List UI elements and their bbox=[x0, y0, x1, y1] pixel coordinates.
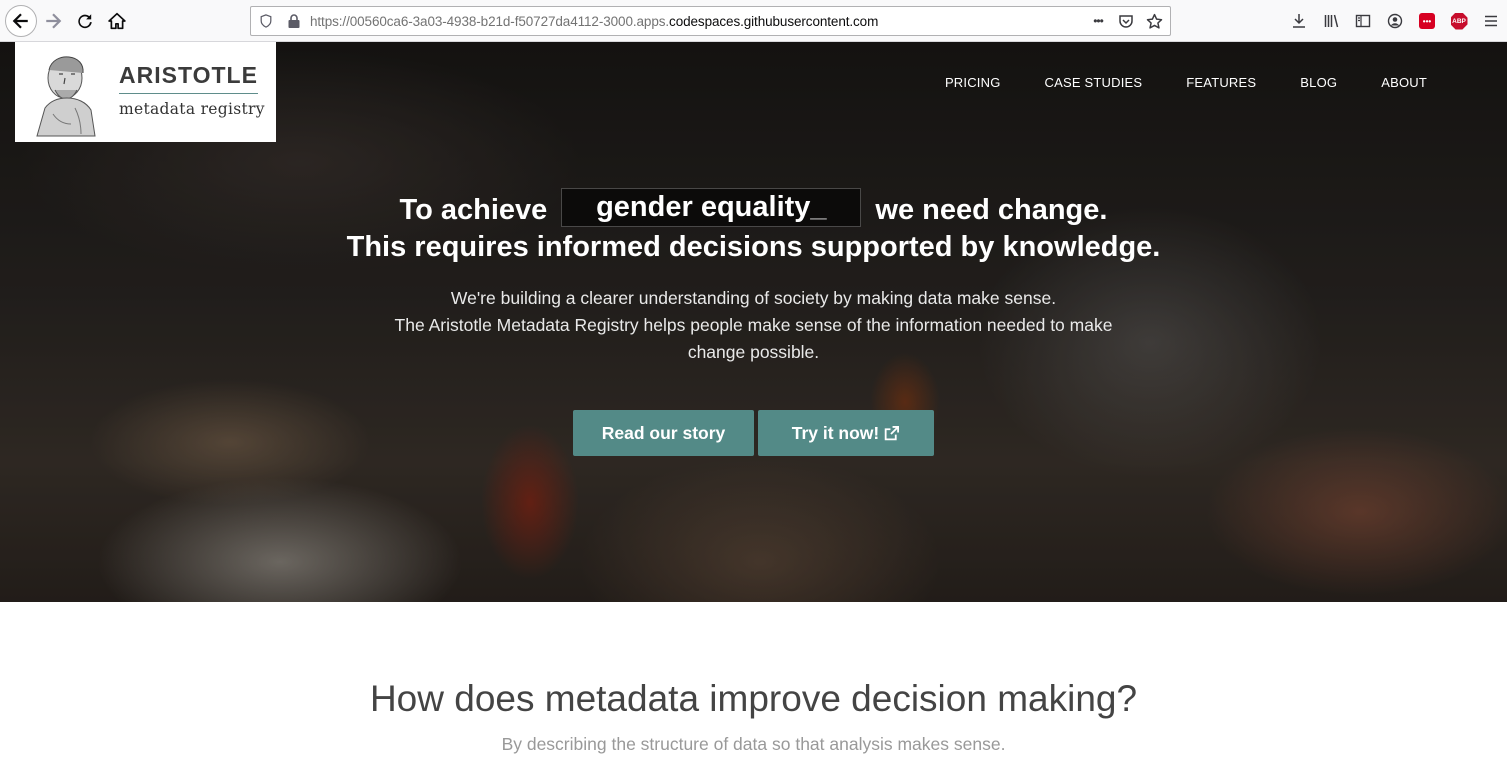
home-button[interactable] bbox=[102, 6, 132, 36]
downloads-icon[interactable] bbox=[1283, 8, 1315, 34]
read-story-label: Read our story bbox=[601, 422, 726, 443]
nav-blog[interactable]: BLOG bbox=[1300, 75, 1337, 90]
account-icon[interactable] bbox=[1379, 8, 1411, 34]
try-now-label: Try it now! bbox=[791, 422, 880, 443]
aristotle-bust-icon bbox=[36, 56, 96, 137]
arrow-right-icon bbox=[46, 13, 62, 29]
logo-title: ARISTOTLE bbox=[119, 62, 258, 88]
main-nav: PRICING CASE STUDIES FEATURES BLOG ABOUT bbox=[901, 75, 1427, 90]
library-icon[interactable] bbox=[1315, 8, 1347, 34]
extension-lastpass-icon[interactable]: ••• bbox=[1411, 8, 1443, 34]
shield-icon[interactable] bbox=[259, 14, 273, 28]
arrow-left-icon bbox=[12, 13, 28, 29]
typed-cursor: _ bbox=[810, 191, 827, 223]
nav-features[interactable]: FEATURES bbox=[1186, 75, 1256, 90]
hero-subtext-1: We're building a clearer understanding o… bbox=[450, 288, 1057, 308]
headline-prefix: To achieve bbox=[399, 194, 548, 227]
forward-button[interactable] bbox=[38, 6, 68, 36]
menu-icon[interactable] bbox=[1475, 8, 1507, 34]
lock-icon[interactable] bbox=[287, 13, 301, 29]
page-actions-icon[interactable]: ••• bbox=[1088, 11, 1108, 31]
site-logo[interactable]: ARISTOTLE metadata registry bbox=[15, 42, 276, 142]
typed-word-box: gender equality_ bbox=[561, 188, 862, 227]
try-now-button[interactable]: Try it now! bbox=[758, 410, 934, 456]
logo-subtitle: metadata registry bbox=[119, 100, 265, 118]
bookmark-star-icon[interactable] bbox=[1144, 11, 1164, 31]
reload-icon bbox=[78, 14, 92, 29]
back-button[interactable] bbox=[5, 5, 37, 37]
hero-section: ARISTOTLE metadata registry PRICING CASE… bbox=[0, 42, 1507, 602]
logo-divider bbox=[119, 93, 258, 94]
typed-word: gender equality bbox=[596, 191, 811, 223]
headline-suffix: we need change. bbox=[875, 194, 1108, 227]
hero-headline-line2: This requires informed decisions support… bbox=[346, 231, 1161, 263]
url-text[interactable]: https://00560ca6-3a03-4938-b21d-f50727da… bbox=[310, 14, 878, 29]
external-link-icon bbox=[885, 425, 900, 440]
home-icon bbox=[108, 12, 126, 30]
section-subtitle: By describing the structure of data so t… bbox=[501, 734, 1006, 754]
section-title: How does metadata improve decision makin… bbox=[369, 678, 1138, 719]
url-bar[interactable]: https://00560ca6-3a03-4938-b21d-f50727da… bbox=[250, 6, 1171, 36]
url-host: codespaces.githubusercontent.com bbox=[669, 14, 879, 29]
reload-button[interactable] bbox=[70, 6, 100, 36]
hero-headline: To achieve gender equality_ we need chan… bbox=[0, 188, 1507, 231]
hero-subtext-2: The Aristotle Metadata Registry helps pe… bbox=[394, 315, 1113, 362]
pocket-icon[interactable] bbox=[1116, 11, 1136, 31]
nav-about[interactable]: ABOUT bbox=[1381, 75, 1427, 90]
url-prefix: https://00560ca6-3a03-4938-b21d-f50727da… bbox=[310, 14, 670, 29]
sidebar-icon[interactable] bbox=[1347, 8, 1379, 34]
browser-toolbar: https://00560ca6-3a03-4938-b21d-f50727da… bbox=[0, 0, 1507, 42]
nav-pricing[interactable]: PRICING bbox=[945, 75, 1001, 90]
nav-case-studies[interactable]: CASE STUDIES bbox=[1045, 75, 1143, 90]
read-story-button[interactable]: Read our story bbox=[573, 410, 754, 456]
adblock-plus-icon[interactable]: ABP bbox=[1443, 8, 1475, 34]
